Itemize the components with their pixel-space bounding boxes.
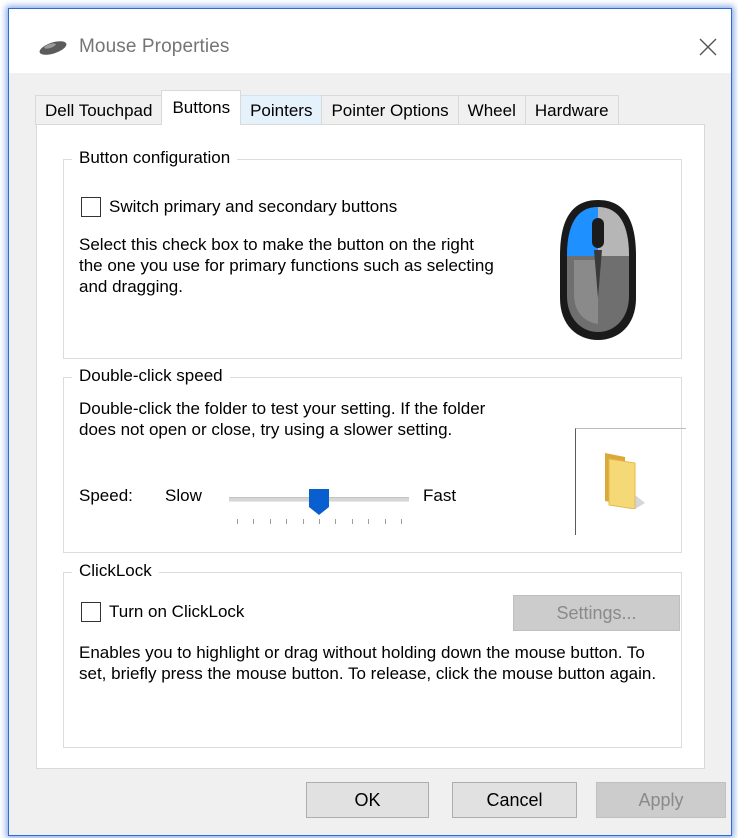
mouse-icon — [39, 41, 67, 55]
tab-pointers[interactable]: Pointers — [240, 95, 323, 125]
tab-hardware[interactable]: Hardware — [524, 95, 619, 125]
slider-tick — [237, 519, 238, 524]
ok-button[interactable]: OK — [306, 782, 429, 818]
slider-tick — [269, 519, 271, 524]
slider-tick — [335, 519, 337, 524]
double-click-speed-group: Double-click speed Double-click the fold… — [63, 366, 686, 553]
title-bar: Mouse Properties — [9, 9, 731, 73]
slider-tick — [384, 519, 386, 524]
mouse-illustration — [560, 200, 636, 340]
double-click-speed-slider[interactable] — [229, 488, 409, 528]
slider-tick — [319, 519, 320, 524]
slider-tick — [302, 519, 304, 524]
slider-tick — [401, 519, 402, 524]
double-click-description: Double-click the folder to test your set… — [79, 399, 486, 439]
fast-label: Fast — [423, 486, 457, 505]
mouse-properties-window: Mouse Properties Dell Touchpad Buttons P… — [8, 8, 732, 836]
close-icon — [699, 38, 717, 56]
slow-label: Slow — [165, 486, 202, 505]
clicklock-checkbox[interactable] — [81, 602, 101, 622]
switch-buttons-label: Switch primary and secondary buttons — [109, 197, 398, 216]
clicklock-legend: ClickLock — [72, 561, 159, 581]
button-configuration-legend: Button configuration — [72, 148, 238, 168]
clicklock-label: Turn on ClickLock — [109, 602, 245, 621]
window-title: Mouse Properties — [79, 36, 230, 57]
tab-dell-touchpad[interactable]: Dell Touchpad — [35, 95, 163, 125]
tab-wheel[interactable]: Wheel — [457, 95, 526, 125]
button-configuration-description: Select this check box to make the button… — [79, 235, 494, 296]
clicklock-description: Enables you to highlight or drag without… — [79, 643, 657, 683]
button-configuration-group: Button configuration Switch primary and … — [63, 148, 682, 359]
folder-icon[interactable] — [599, 451, 649, 509]
cancel-button[interactable]: Cancel — [452, 782, 577, 818]
close-button[interactable] — [685, 27, 731, 67]
clicklock-group: ClickLock Turn on ClickLock Settings... … — [63, 561, 682, 748]
slider-thumb[interactable] — [308, 488, 330, 516]
tab-strip: Dell Touchpad Buttons Pointers Pointer O… — [35, 90, 619, 125]
clicklock-settings-button[interactable]: Settings... — [513, 595, 680, 631]
slider-tick — [351, 519, 353, 524]
slider-tick — [286, 519, 288, 524]
apply-button[interactable]: Apply — [596, 782, 726, 818]
speed-label: Speed: — [79, 486, 133, 505]
slider-tick — [368, 519, 370, 524]
double-click-speed-legend: Double-click speed — [72, 366, 230, 386]
slider-tick — [253, 519, 255, 524]
tab-buttons[interactable]: Buttons — [161, 90, 242, 125]
switch-buttons-checkbox[interactable] — [81, 197, 101, 217]
buttons-tab-panel: Button configuration Switch primary and … — [36, 124, 705, 769]
tab-pointer-options[interactable]: Pointer Options — [321, 95, 459, 125]
test-folder-area[interactable] — [575, 428, 686, 535]
